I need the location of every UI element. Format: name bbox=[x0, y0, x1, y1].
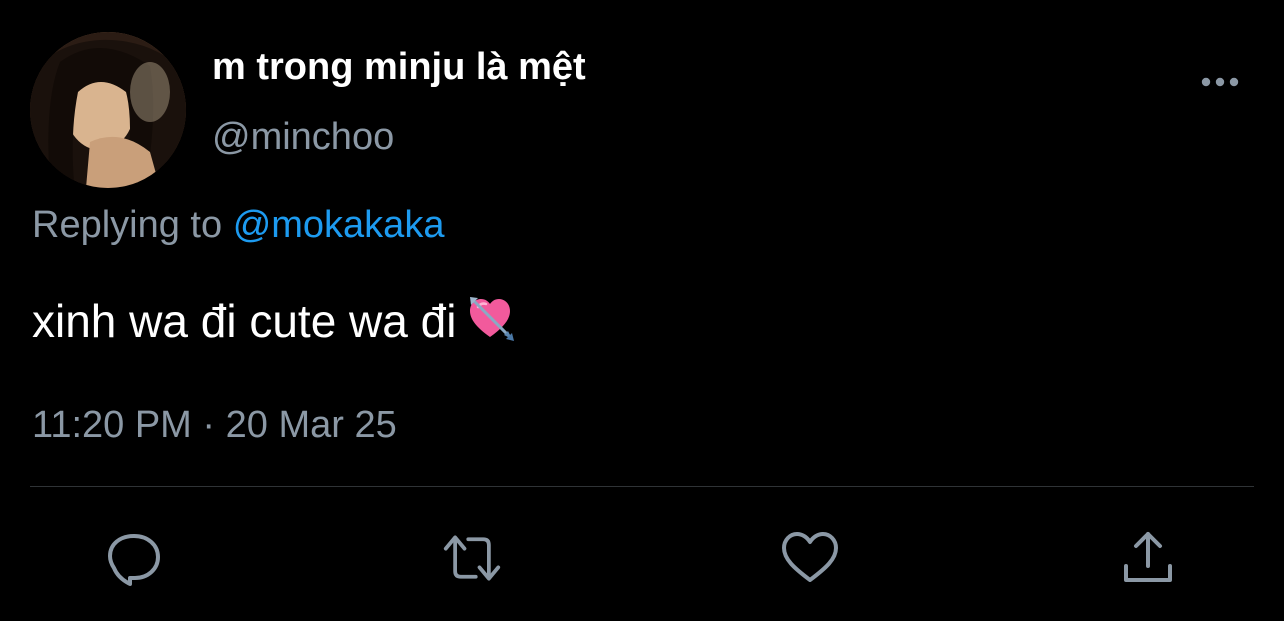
share-button[interactable] bbox=[1118, 528, 1178, 588]
avatar[interactable] bbox=[30, 32, 186, 188]
divider bbox=[30, 486, 1254, 487]
tweet-text: xinh wa đi cute wa đi bbox=[32, 294, 518, 356]
tweet-body: xinh wa đi cute wa đi bbox=[32, 295, 457, 347]
tweet-timestamp[interactable]: 11:20 PM · 20 Mar 25 bbox=[32, 404, 397, 447]
like-icon bbox=[782, 532, 838, 582]
display-name[interactable]: m trong minju là mệt bbox=[212, 46, 586, 89]
reply-icon bbox=[108, 534, 160, 586]
more-icon bbox=[1201, 77, 1239, 87]
avatar-photo bbox=[30, 32, 186, 188]
like-button[interactable] bbox=[780, 528, 840, 588]
retweet-icon bbox=[443, 535, 501, 581]
replying-to: Replying to @mokakaka bbox=[32, 204, 444, 247]
timestamp-separator: · bbox=[202, 404, 216, 446]
tweet-date: 20 Mar 25 bbox=[225, 404, 397, 446]
user-handle[interactable]: @minchoo bbox=[212, 116, 394, 159]
reply-mention-link[interactable]: @mokakaka bbox=[233, 204, 445, 246]
tweet-time: 11:20 PM bbox=[32, 404, 192, 446]
more-options-button[interactable] bbox=[1196, 66, 1244, 98]
heart-with-arrow-icon bbox=[468, 295, 518, 356]
replying-to-label: Replying to bbox=[32, 204, 223, 246]
reply-button[interactable] bbox=[104, 528, 164, 588]
share-icon bbox=[1124, 532, 1172, 582]
retweet-button[interactable] bbox=[442, 528, 502, 588]
